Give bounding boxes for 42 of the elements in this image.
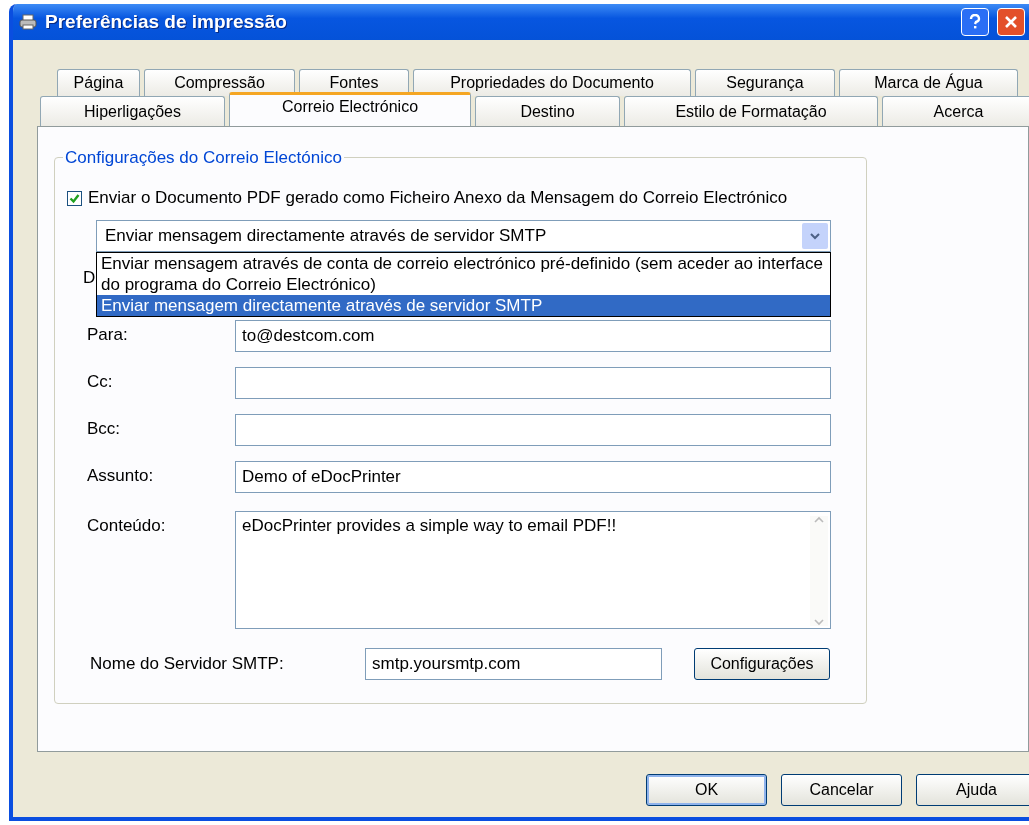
input-field[interactable] [235,414,831,446]
tab[interactable]: Marca de Água [839,69,1018,96]
input-field[interactable] [235,367,831,399]
tab[interactable]: Segurança [695,69,835,96]
group-title: Configurações do Correio Electónico [63,148,344,168]
field-label: Cc: [86,371,114,392]
scrollbar[interactable] [810,516,828,626]
dropdown-option[interactable]: Enviar mensagem através de conta de correio electrónico pré-definido (sem aceder ao interface do programa do Correio Electrónico) [97,253,830,295]
settings-button[interactable]: Configurações [694,648,830,680]
close-icon [1004,15,1018,29]
help-button[interactable] [961,8,989,36]
tab[interactable]: Acerca [882,96,1029,126]
dropdown-option[interactable]: Enviar mensagem directamente através de servidor SMTP [97,295,830,316]
content-field[interactable]: eDocPrinter provides a simple way to email PDF!! [235,511,831,629]
tab[interactable]: Compressão [144,69,295,96]
send-method-dropdown[interactable]: Enviar mensagem directamente através de servidor SMTP [96,220,831,252]
question-mark-icon [968,14,982,30]
dialog-button[interactable]: Cancelar [781,774,902,806]
dialog-button[interactable]: Ajuda [916,774,1029,806]
field-label: Assunto: [86,465,155,486]
tab[interactable]: Correio Electrónico [229,92,471,126]
input-field[interactable]: to@destcom.com [235,320,831,352]
tab[interactable]: Estilo de Formatação [624,96,878,126]
tab[interactable]: Destino [475,96,620,126]
input-field[interactable]: smtp.yoursmtp.com [365,648,662,680]
scroll-up-icon[interactable] [813,516,825,524]
close-button[interactable] [997,8,1025,36]
tab[interactable]: Página [57,69,140,96]
checkbox[interactable] [67,190,82,206]
checkbox-label: Enviar o Documento PDF gerado como Ficheiro Anexo da Mensagem do Correio Electrónico [88,188,788,208]
field-label: D [83,268,96,288]
tab[interactable]: Hiperligações [40,96,225,126]
field-label: Conteúdo: [86,515,167,536]
field-label: Para: [86,324,129,345]
input-field[interactable]: Demo of eDocPrinter [235,461,831,493]
field-label: Nome do Servidor SMTP: [90,654,285,674]
field-label: Bcc: [86,418,122,439]
window-title: Preferências de impressão [45,11,288,33]
scroll-down-icon[interactable] [813,618,825,626]
tab[interactable]: Propriedades do Documento [413,69,691,96]
printer-icon [19,14,37,30]
dialog-button[interactable]: OK [646,774,767,806]
